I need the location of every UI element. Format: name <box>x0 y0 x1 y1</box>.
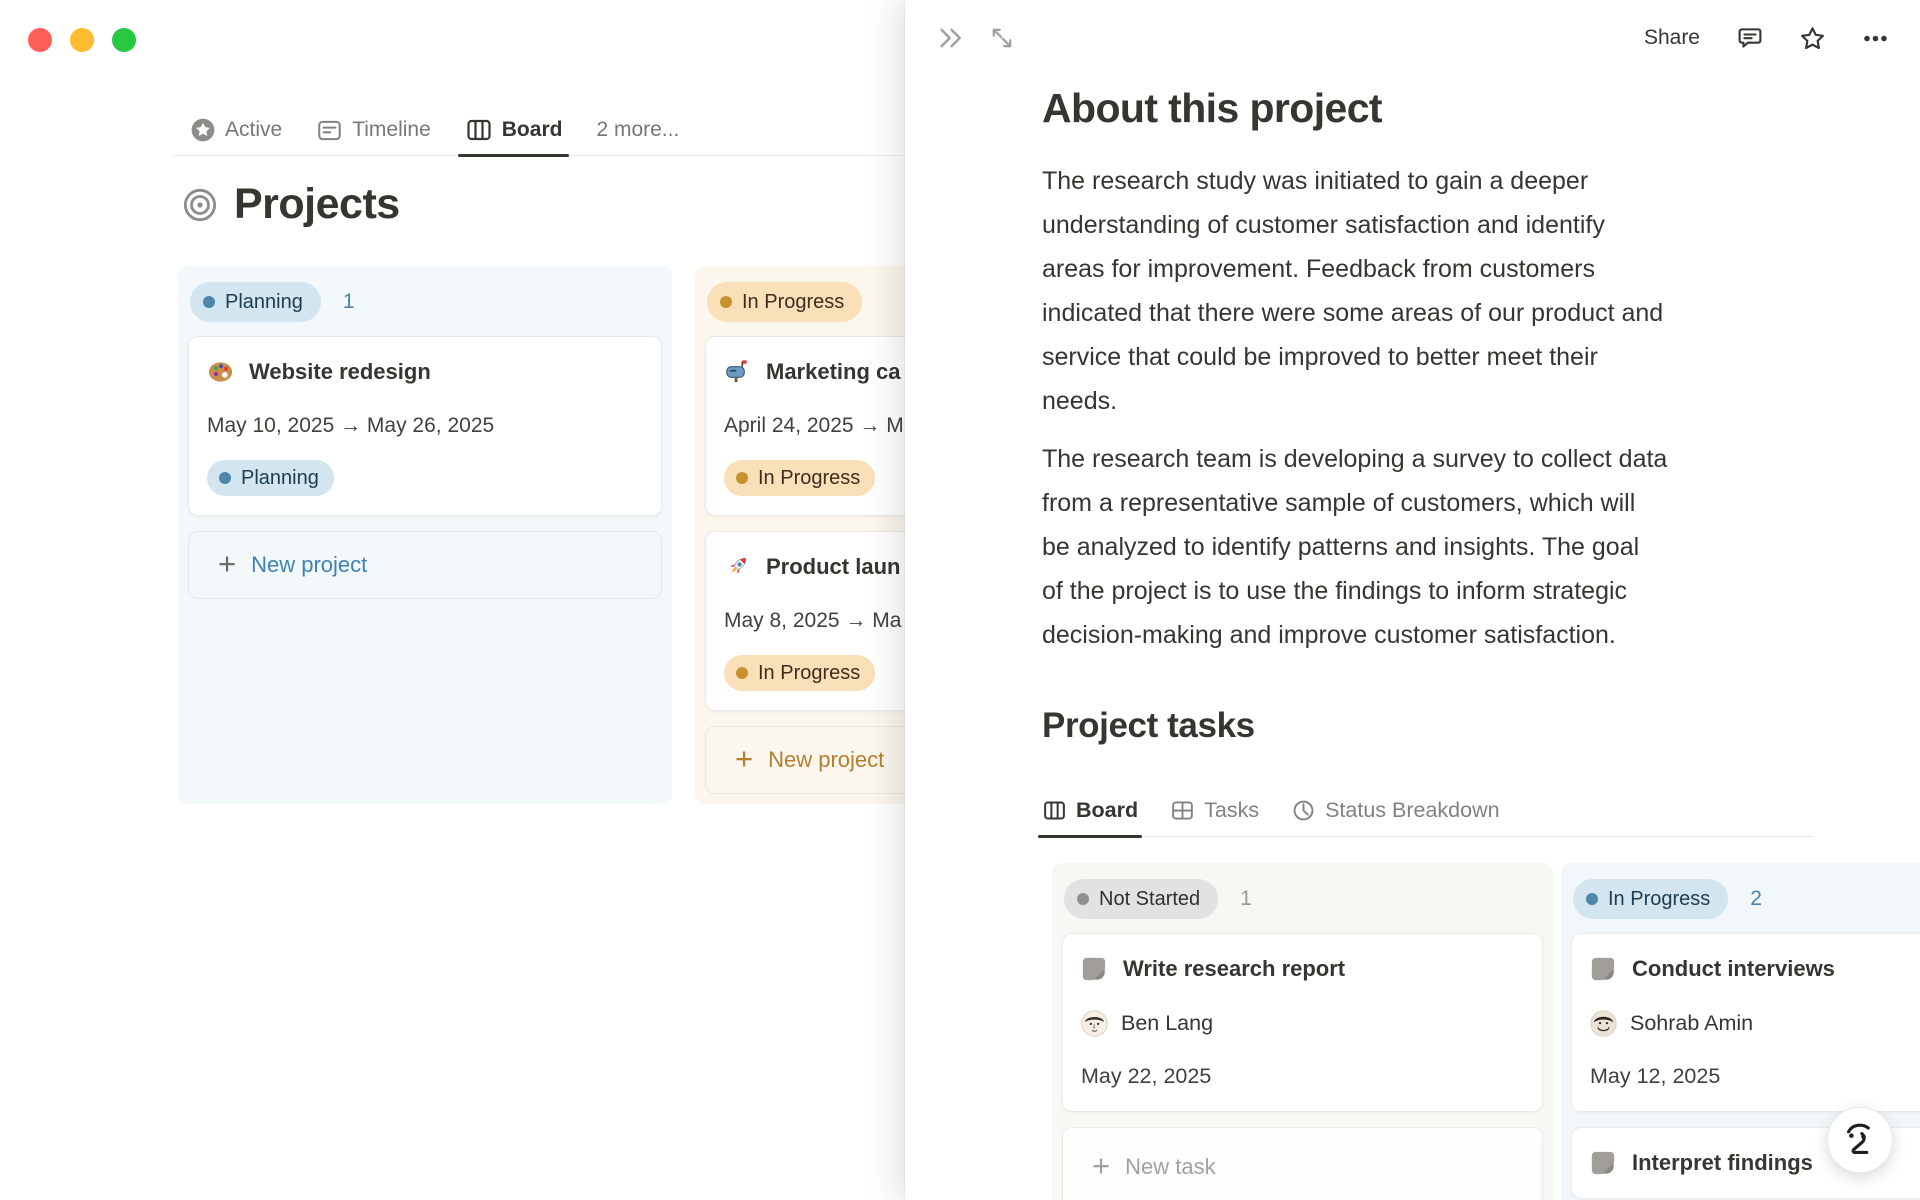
favorite-button[interactable] <box>1796 22 1829 55</box>
page-body: About this project The research study wa… <box>1037 0 1812 839</box>
view-tab-label: Active <box>225 118 283 141</box>
view-tab-label: 2 more... <box>596 118 680 141</box>
status-dot <box>736 472 748 484</box>
card-status-tag: Planning <box>207 460 334 496</box>
notion-ai-button[interactable] <box>1827 1107 1893 1173</box>
tasks-board: Not Started 1 Write research report Ben … <box>1052 863 1920 1200</box>
card-title: Write research report <box>1123 956 1346 981</box>
zoom-window-button[interactable] <box>112 28 136 52</box>
side-peek-panel: Share About this project The research st… <box>905 0 1920 1200</box>
target-icon <box>182 187 218 223</box>
project-card-website-redesign[interactable]: Website redesign May 10, 2025 → May 26, … <box>188 336 662 516</box>
more-options-button[interactable] <box>1859 22 1892 55</box>
table-icon <box>1170 798 1195 823</box>
page-icon <box>1590 1150 1616 1176</box>
status-dot <box>736 667 748 679</box>
board-view-icon <box>465 116 493 144</box>
section-heading-tasks: Project tasks <box>1042 706 1255 746</box>
status-dot <box>720 296 732 308</box>
board-column-planning: Planning 1 Website redesign May 10, 2025… <box>178 266 672 804</box>
card-status-tag: In Progress <box>724 460 876 496</box>
card-date-range: May 10, 2025 → May 26, 2025 <box>207 414 495 437</box>
tasks-column-not-started: Not Started 1 Write research report Ben … <box>1052 863 1553 1200</box>
avatar-sohrab-amin <box>1590 1010 1617 1037</box>
column-header: In Progress 2 <box>1573 879 1920 919</box>
column-header: Planning 1 <box>190 282 662 322</box>
card-title: Conduct interviews <box>1632 956 1835 981</box>
column-count: 2 <box>1750 887 1762 910</box>
assignee-name: Ben Lang <box>1121 1011 1214 1035</box>
open-full-page-button[interactable] <box>986 22 1018 54</box>
view-tab-timeline[interactable]: Timeline <box>316 104 431 156</box>
task-card-write-research-report[interactable]: Write research report Ben Lang May 22, 2… <box>1062 933 1543 1112</box>
about-paragraph-1: The research study was initiated to gain… <box>1042 167 1664 416</box>
minimize-window-button[interactable] <box>70 28 94 52</box>
card-title: Website redesign <box>249 358 431 384</box>
collapse-panel-button[interactable] <box>934 21 968 55</box>
page-title: Projects <box>182 180 400 229</box>
status-pill-in-progress[interactable]: In Progress <box>1573 879 1729 919</box>
close-window-button[interactable] <box>28 28 52 52</box>
window-controls <box>28 28 136 52</box>
open-mailbox-icon <box>724 358 751 385</box>
star-icon <box>1801 26 1824 49</box>
card-title: Marketing ca <box>766 358 901 384</box>
double-chevron-right-icon <box>940 28 961 48</box>
assignee-name: Sohrab Amin <box>1630 1011 1754 1035</box>
card-title: Product laun <box>766 553 901 579</box>
status-pill-in-progress[interactable]: In Progress <box>707 282 863 322</box>
status-clock-icon <box>1291 798 1316 823</box>
plus-icon: + <box>1092 1148 1111 1183</box>
database-view-tabs: Active Timeline Board 2 more... <box>190 104 679 157</box>
column-count: 1 <box>342 290 355 313</box>
status-dot <box>203 296 215 308</box>
status-dot <box>219 472 231 484</box>
ai-face-icon <box>1847 1123 1870 1154</box>
notion-window: Active Timeline Board 2 more... Projects <box>0 0 1920 1200</box>
card-status-tag: In Progress <box>724 655 876 691</box>
palette-icon <box>207 358 234 385</box>
view-tab-label: Board <box>501 118 563 141</box>
status-dot <box>1586 893 1598 905</box>
tasks-tab-status-breakdown[interactable]: Status Breakdown <box>1291 785 1500 836</box>
view-tab-label: Timeline <box>352 118 431 141</box>
tasks-view-tabs: Board Tasks Status Breakdown <box>1037 785 1812 839</box>
section-heading-about: About this project <box>1042 85 1383 131</box>
tasks-tab-board[interactable]: Board <box>1037 785 1143 839</box>
status-pill-not-started[interactable]: Not Started <box>1064 879 1219 919</box>
plus-icon: + <box>218 546 237 581</box>
status-pill-planning[interactable]: Planning <box>190 282 321 322</box>
page-title-text[interactable]: Projects <box>234 180 400 229</box>
view-tab-board[interactable]: Board <box>457 104 570 157</box>
rocket-icon <box>724 553 751 580</box>
star-circle-icon <box>190 117 216 143</box>
ellipsis-icon <box>1864 35 1887 41</box>
new-task-button[interactable]: + New task <box>1062 1127 1543 1200</box>
task-card-conduct-interviews[interactable]: Conduct interviews Sohrab Amin May 12, 2… <box>1571 933 1920 1112</box>
new-project-button[interactable]: + New project <box>188 531 662 599</box>
card-title: Interpret findings <box>1632 1150 1813 1175</box>
column-header: Not Started 1 <box>1064 879 1543 919</box>
status-dot <box>1077 893 1089 905</box>
board-view-icon <box>1042 798 1067 823</box>
view-tab-more[interactable]: 2 more... <box>596 104 679 156</box>
tasks-tab-tasks[interactable]: Tasks <box>1170 785 1259 836</box>
timeline-icon <box>316 117 343 144</box>
expand-diagonal-icon <box>992 28 1012 48</box>
due-date: May 22, 2025 <box>1081 1064 1212 1088</box>
plus-icon: + <box>735 741 754 776</box>
avatar-ben-lang <box>1081 1010 1108 1037</box>
column-count: 1 <box>1240 887 1252 910</box>
page-icon <box>1081 956 1107 982</box>
due-date: May 12, 2025 <box>1590 1064 1721 1088</box>
view-tab-active[interactable]: Active <box>190 104 282 156</box>
about-paragraph-2: The research team is developing a survey… <box>1042 445 1668 650</box>
page-icon <box>1590 956 1616 982</box>
